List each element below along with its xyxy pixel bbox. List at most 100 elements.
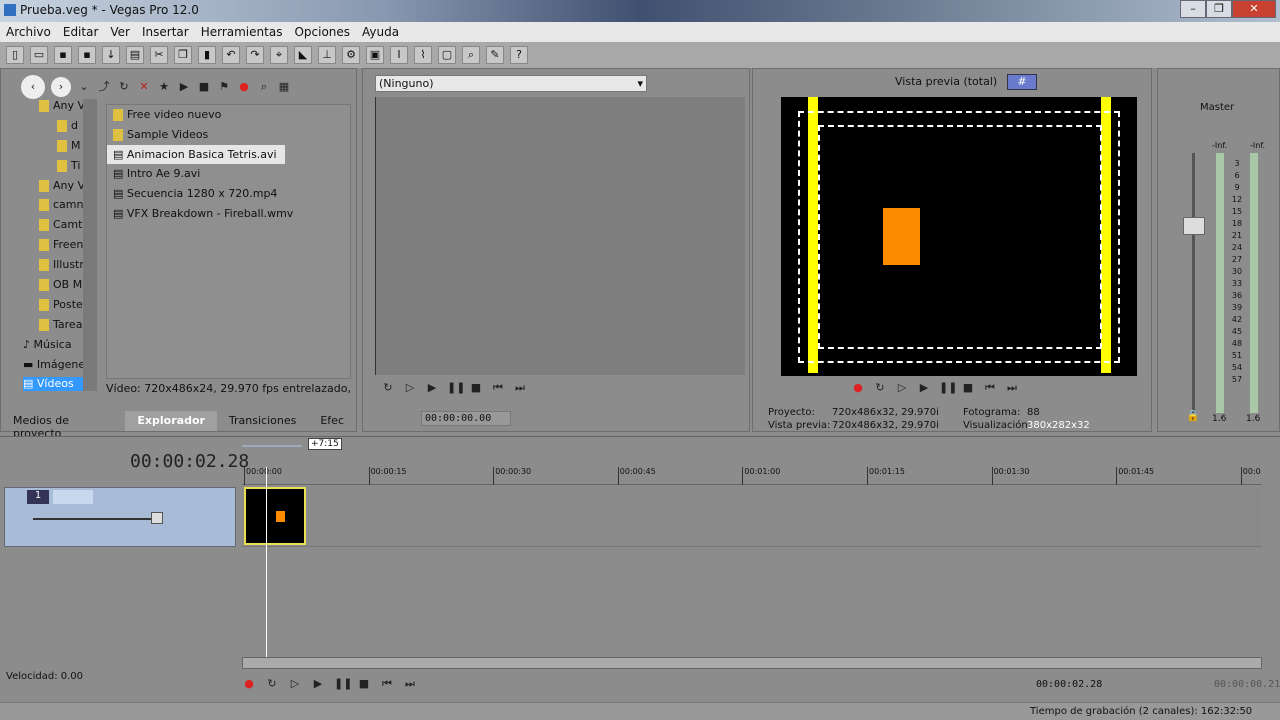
horizontal-scrollbar[interactable] (242, 657, 1262, 669)
tree-item[interactable]: Ti (23, 159, 83, 179)
tree-item[interactable]: Freen (23, 238, 83, 258)
forward-icon[interactable]: › (51, 77, 71, 97)
undo-icon[interactable]: ↶ (222, 46, 240, 64)
next-icon[interactable]: ⏭ (1005, 381, 1019, 395)
pause-icon[interactable]: ❚❚ (334, 677, 352, 691)
menu-ver[interactable]: Ver (110, 25, 130, 39)
play-icon[interactable]: ▶ (917, 381, 931, 395)
menu-opciones[interactable]: Opciones (294, 25, 350, 39)
tree-item-imagenes[interactable]: ▬ Imágene (23, 358, 83, 378)
loop-icon[interactable]: ↻ (873, 381, 887, 395)
play-from-start-icon[interactable]: ▷ (895, 381, 909, 395)
tree-item[interactable]: Any V (23, 179, 83, 199)
open-icon[interactable]: ▭ (30, 46, 48, 64)
timeline-tracks[interactable]: +7:15 00:00:00 00:00:15 00:00:30 00:00:45 00… (242, 437, 1262, 669)
track-name-field[interactable] (53, 490, 93, 504)
loop-region-bar[interactable] (242, 445, 302, 447)
tree-item[interactable]: Tarea (23, 318, 83, 338)
tree-item-musica[interactable]: ♪ Música (23, 338, 83, 358)
crossfade-icon[interactable]: ⊥ (318, 46, 336, 64)
file-item[interactable]: ▤ Intro Ae 9.avi (107, 164, 350, 184)
master-fader[interactable] (1183, 217, 1205, 235)
tab-medios-de-proyecto[interactable]: Medios de proyecto (1, 411, 125, 440)
paste-icon[interactable]: ▮ (198, 46, 216, 64)
new-icon[interactable]: ▯ (6, 46, 24, 64)
lock-envelope-icon[interactable]: ⚙ (342, 46, 360, 64)
save-icon[interactable]: ▪ (54, 46, 72, 64)
envelope-tool-icon[interactable]: ⌇ (414, 46, 432, 64)
record-icon[interactable]: ● (851, 381, 865, 395)
stop-icon[interactable]: ■ (961, 381, 975, 395)
pause-icon[interactable]: ❚❚ (939, 381, 957, 395)
tree-item[interactable]: Camt (23, 218, 83, 238)
file-item[interactable]: Free video nuevo (107, 105, 350, 125)
ignore-grouping-icon[interactable]: ▣ (366, 46, 384, 64)
menu-ayuda[interactable]: Ayuda (362, 25, 399, 39)
go-end-icon[interactable]: ⏭ (403, 677, 417, 691)
stop-icon[interactable]: ■ (197, 80, 211, 94)
cut-icon[interactable]: ✂ (150, 46, 168, 64)
tree-item[interactable]: Illustr (23, 258, 83, 278)
next-frame-icon[interactable]: ⏭ (513, 381, 527, 395)
stop-icon[interactable]: ■ (357, 677, 371, 691)
stop-icon[interactable]: ■ (469, 381, 483, 395)
views-dropdown-icon[interactable]: ⌄ (77, 80, 91, 94)
preview-quality-dropdown[interactable]: Vista previa (total) (895, 75, 997, 88)
prev-frame-icon[interactable]: ⏮ (491, 381, 505, 395)
minimize-button[interactable]: – (1180, 0, 1206, 18)
tab-efectos[interactable]: Efec (308, 411, 356, 431)
lock-icon[interactable]: 🔒 (1186, 409, 1200, 422)
snap-icon[interactable]: ⌖ (270, 46, 288, 64)
refresh-icon[interactable]: ↻ (117, 80, 131, 94)
close-button[interactable]: ✕ (1232, 0, 1276, 18)
redo-icon[interactable]: ↷ (246, 46, 264, 64)
prev-icon[interactable]: ⏮ (983, 381, 997, 395)
help-icon[interactable]: ? (510, 46, 528, 64)
tree-item[interactable]: OB M (23, 278, 83, 298)
properties-icon[interactable]: ▤ (126, 46, 144, 64)
tree-item[interactable]: M (23, 139, 83, 159)
render-icon[interactable]: ↓ (102, 46, 120, 64)
tree-item[interactable]: d (23, 119, 83, 139)
menu-editar[interactable]: Editar (63, 25, 99, 39)
level-slider[interactable] (33, 518, 163, 520)
autopreview-icon[interactable]: ⚑ (217, 80, 231, 94)
play-from-start-icon[interactable]: ▷ (288, 677, 302, 691)
normal-edit-tool-icon[interactable]: I (390, 46, 408, 64)
autoripple-icon[interactable]: ◣ (294, 46, 312, 64)
level-slider-handle[interactable] (151, 512, 163, 524)
trimmer-area[interactable] (375, 97, 745, 375)
time-ruler[interactable]: 00:00:00 00:00:15 00:00:30 00:00:45 00:01:00… (242, 467, 1262, 485)
file-item[interactable]: Sample Videos (107, 125, 350, 145)
loop-icon[interactable]: ↻ (265, 677, 279, 691)
loop-icon[interactable]: ↻ (381, 381, 395, 395)
favorites-icon[interactable]: ★ (157, 80, 171, 94)
view-icon[interactable]: ▦ (277, 80, 291, 94)
search-icon[interactable]: ⌕ (257, 80, 271, 94)
file-item[interactable]: ▤ Secuencia 1280 x 720.mp4 (107, 184, 350, 204)
maximize-button[interactable]: ❐ (1206, 0, 1232, 18)
tab-transiciones[interactable]: Transiciones (217, 411, 308, 431)
play-icon[interactable]: ▶ (425, 381, 439, 395)
play-icon[interactable]: ▶ (177, 80, 191, 94)
menu-insertar[interactable]: Insertar (142, 25, 189, 39)
play-from-start-icon[interactable]: ▷ (403, 381, 417, 395)
zoom-tool-icon[interactable]: ⌕ (462, 46, 480, 64)
brush-icon[interactable]: ✎ (486, 46, 504, 64)
grid-icon[interactable]: # (1007, 74, 1037, 90)
file-item[interactable]: ▤ VFX Breakdown - Fireball.wmv (107, 204, 350, 224)
menu-herramientas[interactable]: Herramientas (201, 25, 283, 39)
up-folder-icon[interactable]: ⤴ (97, 80, 111, 94)
tree-item[interactable]: camn (23, 198, 83, 218)
tree-item-videos[interactable]: ▤ Vídeos (23, 377, 83, 391)
go-start-icon[interactable]: ⏮ (380, 677, 394, 691)
tree-item[interactable]: Poste (23, 298, 83, 318)
save-as-icon[interactable]: ▪ (78, 46, 96, 64)
file-item-selected[interactable]: ▤ Animacion Basica Tetris.avi (107, 144, 285, 165)
back-icon[interactable]: ‹ (21, 75, 45, 99)
copy-icon[interactable]: ❐ (174, 46, 192, 64)
tab-explorador[interactable]: Explorador (125, 411, 217, 431)
record-icon[interactable]: ● (242, 677, 256, 691)
menu-archivo[interactable]: Archivo (6, 25, 51, 39)
tree-scrollbar[interactable] (83, 99, 97, 391)
